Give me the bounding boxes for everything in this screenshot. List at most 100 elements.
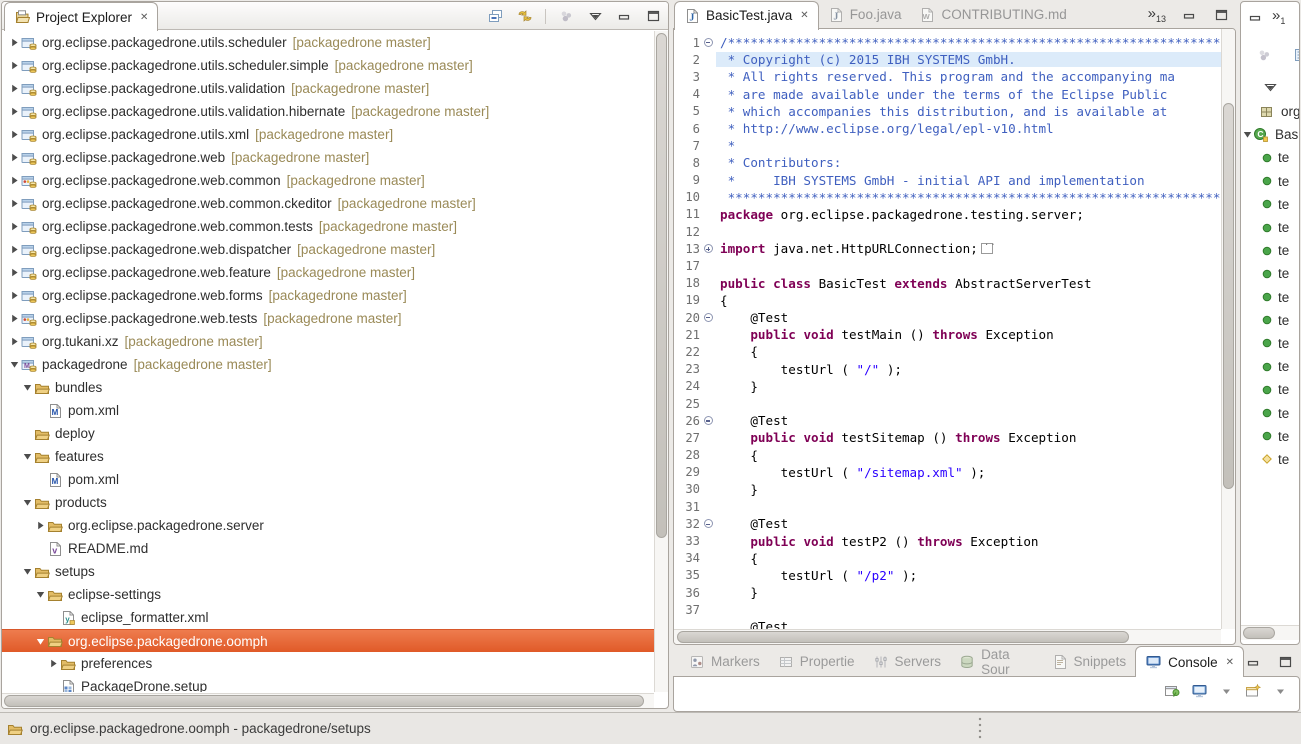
code-line[interactable]: 10 *************************************… xyxy=(674,189,1221,206)
outline-item[interactable]: te xyxy=(1241,216,1299,239)
scrollbar-thumb[interactable] xyxy=(4,695,644,707)
code-line[interactable]: 22 { xyxy=(674,343,1221,360)
minimize-icon[interactable] xyxy=(1246,8,1264,26)
collapse-arrow-icon[interactable] xyxy=(21,498,33,507)
minimize-icon[interactable] xyxy=(615,7,633,25)
tab-markers[interactable]: Markers xyxy=(680,646,769,677)
expand-arrow-icon[interactable] xyxy=(34,521,46,530)
outline-item[interactable]: te xyxy=(1241,262,1299,285)
outline-item[interactable]: te xyxy=(1241,332,1299,355)
code-line[interactable]: 27 public void testSitemap () throws Exc… xyxy=(674,429,1221,446)
tree-item[interactable]: PackageDrone.setup xyxy=(2,675,654,692)
outline-item[interactable]: te xyxy=(1241,146,1299,169)
minimize-icon[interactable] xyxy=(1244,653,1262,671)
tab-foo-java[interactable]: JFoo.java xyxy=(819,1,911,29)
expand-arrow-icon[interactable] xyxy=(8,130,20,139)
maximize-icon[interactable] xyxy=(1212,6,1230,24)
code-line[interactable]: 13import java.net.HttpURLConnection; xyxy=(674,240,1221,257)
expand-arrow-icon[interactable] xyxy=(8,245,20,254)
close-icon[interactable]: ✕ xyxy=(140,12,148,23)
fold-collapse-icon[interactable] xyxy=(700,519,716,528)
tree-item[interactable]: eclipse-settings xyxy=(2,583,654,606)
code-line[interactable]: @Test xyxy=(674,618,1221,629)
tree-horizontal-scrollbar[interactable] xyxy=(2,693,654,708)
code-line[interactable]: 28 { xyxy=(674,447,1221,464)
tab-basictest-java[interactable]: JBasicTest.java✕ xyxy=(674,1,819,30)
expand-arrow-icon[interactable] xyxy=(8,61,20,70)
expand-arrow-icon[interactable] xyxy=(8,38,20,47)
tree-item[interactable]: org.eclipse.packagedrone.web.forms[packa… xyxy=(2,284,654,307)
fold-expand-icon[interactable] xyxy=(700,244,716,253)
collapse-arrow-icon[interactable] xyxy=(34,590,46,599)
expand-arrow-icon[interactable] xyxy=(8,337,20,346)
code-line[interactable]: 19{ xyxy=(674,292,1221,309)
tree-item[interactable]: org.eclipse.packagedrone.utils.validatio… xyxy=(2,100,654,123)
fold-marker[interactable] xyxy=(704,519,713,528)
outline-item[interactable]: te xyxy=(1241,355,1299,378)
tab-propertie[interactable]: Propertie xyxy=(769,646,864,677)
tab-data-sour[interactable]: Data Sour xyxy=(950,646,1042,677)
tab-overflow-chevron[interactable]: »13 xyxy=(1148,6,1166,24)
code-line[interactable]: 32 @Test xyxy=(674,515,1221,532)
view-menu-icon[interactable] xyxy=(1261,78,1279,96)
outline-horizontal-scrollbar[interactable] xyxy=(1241,625,1299,640)
tree-item[interactable]: org.eclipse.packagedrone.utils.scheduler… xyxy=(2,54,654,77)
minimize-icon[interactable] xyxy=(1180,6,1198,24)
tree-item[interactable]: yeclipse_formatter.xml xyxy=(2,606,654,629)
outline-item[interactable]: te xyxy=(1241,286,1299,309)
tree-item[interactable]: org.eclipse.packagedrone.utils.scheduler… xyxy=(2,31,654,54)
tree-item[interactable]: org.tukani.xz[packagedrone master] xyxy=(2,330,654,353)
code-line[interactable]: 12 xyxy=(674,223,1221,240)
outline-item[interactable]: CBas xyxy=(1241,123,1299,146)
tree-item[interactable]: org.eclipse.packagedrone.utils.validatio… xyxy=(2,77,654,100)
expand-arrow-icon[interactable] xyxy=(8,107,20,116)
editor-vertical-scrollbar[interactable] xyxy=(1221,29,1235,629)
code-line[interactable]: 6 * http://www.eclipse.org/legal/epl-v10… xyxy=(674,120,1221,137)
code-line[interactable]: 37 xyxy=(674,601,1221,618)
code-line[interactable]: 29 testUrl ( "/sitemap.xml" ); xyxy=(674,464,1221,481)
tree-item[interactable]: bundles xyxy=(2,376,654,399)
code-line[interactable]: 31 xyxy=(674,498,1221,515)
open-console-icon[interactable] xyxy=(1244,682,1262,700)
code-line[interactable]: 5 * which accompanies this distribution,… xyxy=(674,103,1221,120)
tree-item[interactable]: vREADME.md xyxy=(2,537,654,560)
chevron-down-icon[interactable] xyxy=(1217,682,1235,700)
tree-item[interactable]: org.eclipse.packagedrone.oomph xyxy=(2,629,654,652)
scrollbar-thumb[interactable] xyxy=(656,33,667,538)
expand-arrow-icon[interactable] xyxy=(47,659,59,668)
code-line[interactable]: 35 testUrl ( "/p2" ); xyxy=(674,567,1221,584)
code-line[interactable]: 20 @Test xyxy=(674,309,1221,326)
view-menu-icon[interactable] xyxy=(586,7,604,25)
code-line[interactable]: 1/**************************************… xyxy=(674,34,1221,51)
collapse-all-icon[interactable] xyxy=(487,7,505,25)
folded-region-box[interactable] xyxy=(981,243,993,254)
collapse-arrow-icon[interactable] xyxy=(34,637,46,646)
collapse-arrow-icon[interactable] xyxy=(21,452,33,461)
code-line[interactable]: 21 public void testMain () throws Except… xyxy=(674,326,1221,343)
code-line[interactable]: 24 } xyxy=(674,378,1221,395)
code-line[interactable]: 25 xyxy=(674,395,1221,412)
tree-item[interactable]: products xyxy=(2,491,654,514)
outline-item[interactable]: te xyxy=(1241,239,1299,262)
chevron-down-icon[interactable] xyxy=(1271,682,1289,700)
fold-collapse-icon[interactable] xyxy=(700,313,716,322)
close-icon[interactable]: ✕ xyxy=(1226,657,1234,668)
maximize-icon[interactable] xyxy=(644,7,662,25)
tree-item[interactable]: preferences xyxy=(2,652,654,675)
tab-servers[interactable]: Servers xyxy=(864,646,951,677)
code-line[interactable]: 34 { xyxy=(674,550,1221,567)
code-line[interactable]: 3 * All rights reserved. This program an… xyxy=(674,68,1221,85)
outline-item[interactable]: te xyxy=(1241,378,1299,401)
tree-item[interactable]: deploy xyxy=(2,422,654,445)
editor-horizontal-scrollbar[interactable] xyxy=(674,629,1221,644)
code-line[interactable]: 23 testUrl ( "/" ); xyxy=(674,361,1221,378)
expand-arrow-icon[interactable] xyxy=(8,84,20,93)
pin-console-icon[interactable] xyxy=(1163,682,1181,700)
scrollbar-thumb[interactable] xyxy=(1243,627,1275,639)
code-line[interactable]: 26 @Test xyxy=(674,412,1221,429)
tree-item[interactable]: org.eclipse.packagedrone.web.common[pack… xyxy=(2,169,654,192)
sort-icon[interactable] xyxy=(1291,46,1300,64)
working-set-icon[interactable] xyxy=(1255,46,1273,64)
tree-item[interactable]: org.eclipse.packagedrone.web.feature[pac… xyxy=(2,261,654,284)
tree-item[interactable]: setups xyxy=(2,560,654,583)
